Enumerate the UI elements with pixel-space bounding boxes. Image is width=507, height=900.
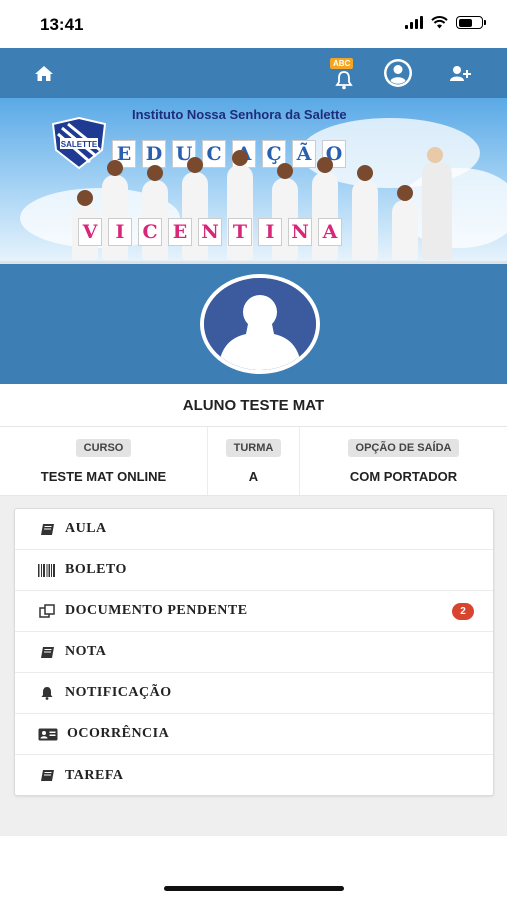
menu-item-boleto[interactable]: BOLETO bbox=[15, 550, 493, 591]
home-indicator[interactable] bbox=[164, 886, 344, 891]
curso-value: TESTE MAT ONLINE bbox=[40, 468, 167, 484]
bell-icon bbox=[335, 71, 353, 90]
menu-item-label: NOTIFICAÇÃO bbox=[65, 685, 172, 700]
saida-label: OPÇÃO DE SAÍDA bbox=[347, 438, 460, 457]
menu-area: AULA BOLETO DOCUMENTO PENDENTE 2 NOTA NO… bbox=[0, 496, 507, 836]
battery-icon bbox=[456, 16, 486, 29]
default-user-icon bbox=[204, 278, 316, 370]
status-bar: 13:41 bbox=[0, 0, 507, 48]
letter-card: E bbox=[168, 218, 192, 246]
student-name: ALUNO TESTE MAT bbox=[182, 396, 325, 414]
letter-card: A bbox=[318, 218, 342, 246]
letter-card: V bbox=[78, 218, 102, 246]
home-button[interactable] bbox=[28, 48, 60, 98]
id-card-icon bbox=[37, 726, 59, 742]
menu-item-nota[interactable]: NOTA bbox=[15, 632, 493, 673]
abc-bell-button[interactable]: ABC bbox=[327, 48, 361, 98]
user-circle-icon bbox=[384, 59, 412, 87]
book-icon bbox=[37, 521, 57, 537]
school-name: Instituto Nossa Senhora da Salette bbox=[132, 107, 347, 122]
menu-item-tarefa[interactable]: TAREFA bbox=[15, 755, 493, 796]
status-icons bbox=[405, 16, 486, 29]
profile-band bbox=[0, 264, 507, 384]
letter-card: I bbox=[258, 218, 282, 246]
user-plus-icon bbox=[450, 65, 471, 81]
status-time: 13:41 bbox=[40, 15, 84, 34]
letter-card: N bbox=[288, 218, 312, 246]
menu-item-label: AULA bbox=[65, 521, 107, 536]
menu-item-label: DOCUMENTO PENDENTE bbox=[65, 603, 248, 618]
battery-fill bbox=[458, 18, 472, 27]
student-info-row: CURSO TESTE MAT ONLINE TURMA A OPÇÃO DE … bbox=[0, 426, 507, 496]
wifi-icon bbox=[431, 16, 448, 29]
menu-item-aula[interactable]: AULA bbox=[15, 509, 493, 550]
signal-icon bbox=[405, 16, 423, 29]
profile-button[interactable] bbox=[381, 48, 415, 98]
school-banner: SALETTE Instituto Nossa Senhora da Salet… bbox=[0, 98, 507, 264]
menu-item-label: OCORRÊNCIA bbox=[67, 726, 170, 741]
menu-item-label: TAREFA bbox=[65, 767, 124, 783]
book-icon bbox=[37, 768, 57, 784]
home-icon bbox=[35, 65, 53, 81]
barcode-icon bbox=[37, 562, 57, 578]
letter-card: C bbox=[138, 218, 162, 246]
info-saida: OPÇÃO DE SAÍDA COM PORTADOR bbox=[300, 427, 507, 495]
documents-icon bbox=[37, 603, 57, 619]
vicentina-letters: V I C E N T I N A bbox=[78, 218, 342, 246]
abc-badge: ABC bbox=[330, 58, 354, 69]
book-icon bbox=[37, 644, 57, 660]
saida-value: COM PORTADOR bbox=[349, 468, 458, 484]
letter-card: T bbox=[228, 218, 252, 246]
letter-card: N bbox=[198, 218, 222, 246]
letter-card: I bbox=[108, 218, 132, 246]
info-curso: CURSO TESTE MAT ONLINE bbox=[0, 427, 208, 495]
avatar[interactable] bbox=[200, 274, 320, 374]
menu-item-ocorrencia[interactable]: OCORRÊNCIA bbox=[15, 714, 493, 755]
menu-item-documento-pendente[interactable]: DOCUMENTO PENDENTE 2 bbox=[15, 591, 493, 632]
info-turma: TURMA A bbox=[208, 427, 300, 495]
turma-value: A bbox=[248, 468, 259, 484]
turma-label: TURMA bbox=[225, 438, 282, 457]
svg-text:SALETTE: SALETTE bbox=[61, 140, 98, 149]
add-user-button[interactable] bbox=[444, 48, 478, 98]
menu-list: AULA BOLETO DOCUMENTO PENDENTE 2 NOTA NO… bbox=[14, 508, 494, 796]
menu-item-notificacao[interactable]: NOTIFICAÇÃO bbox=[15, 673, 493, 714]
bell-icon bbox=[37, 685, 57, 701]
top-nav: ABC bbox=[0, 48, 507, 98]
curso-label: CURSO bbox=[75, 438, 132, 457]
menu-item-label: NOTA bbox=[65, 644, 107, 659]
menu-item-label: BOLETO bbox=[65, 562, 127, 577]
pending-count-badge: 2 bbox=[452, 603, 474, 620]
